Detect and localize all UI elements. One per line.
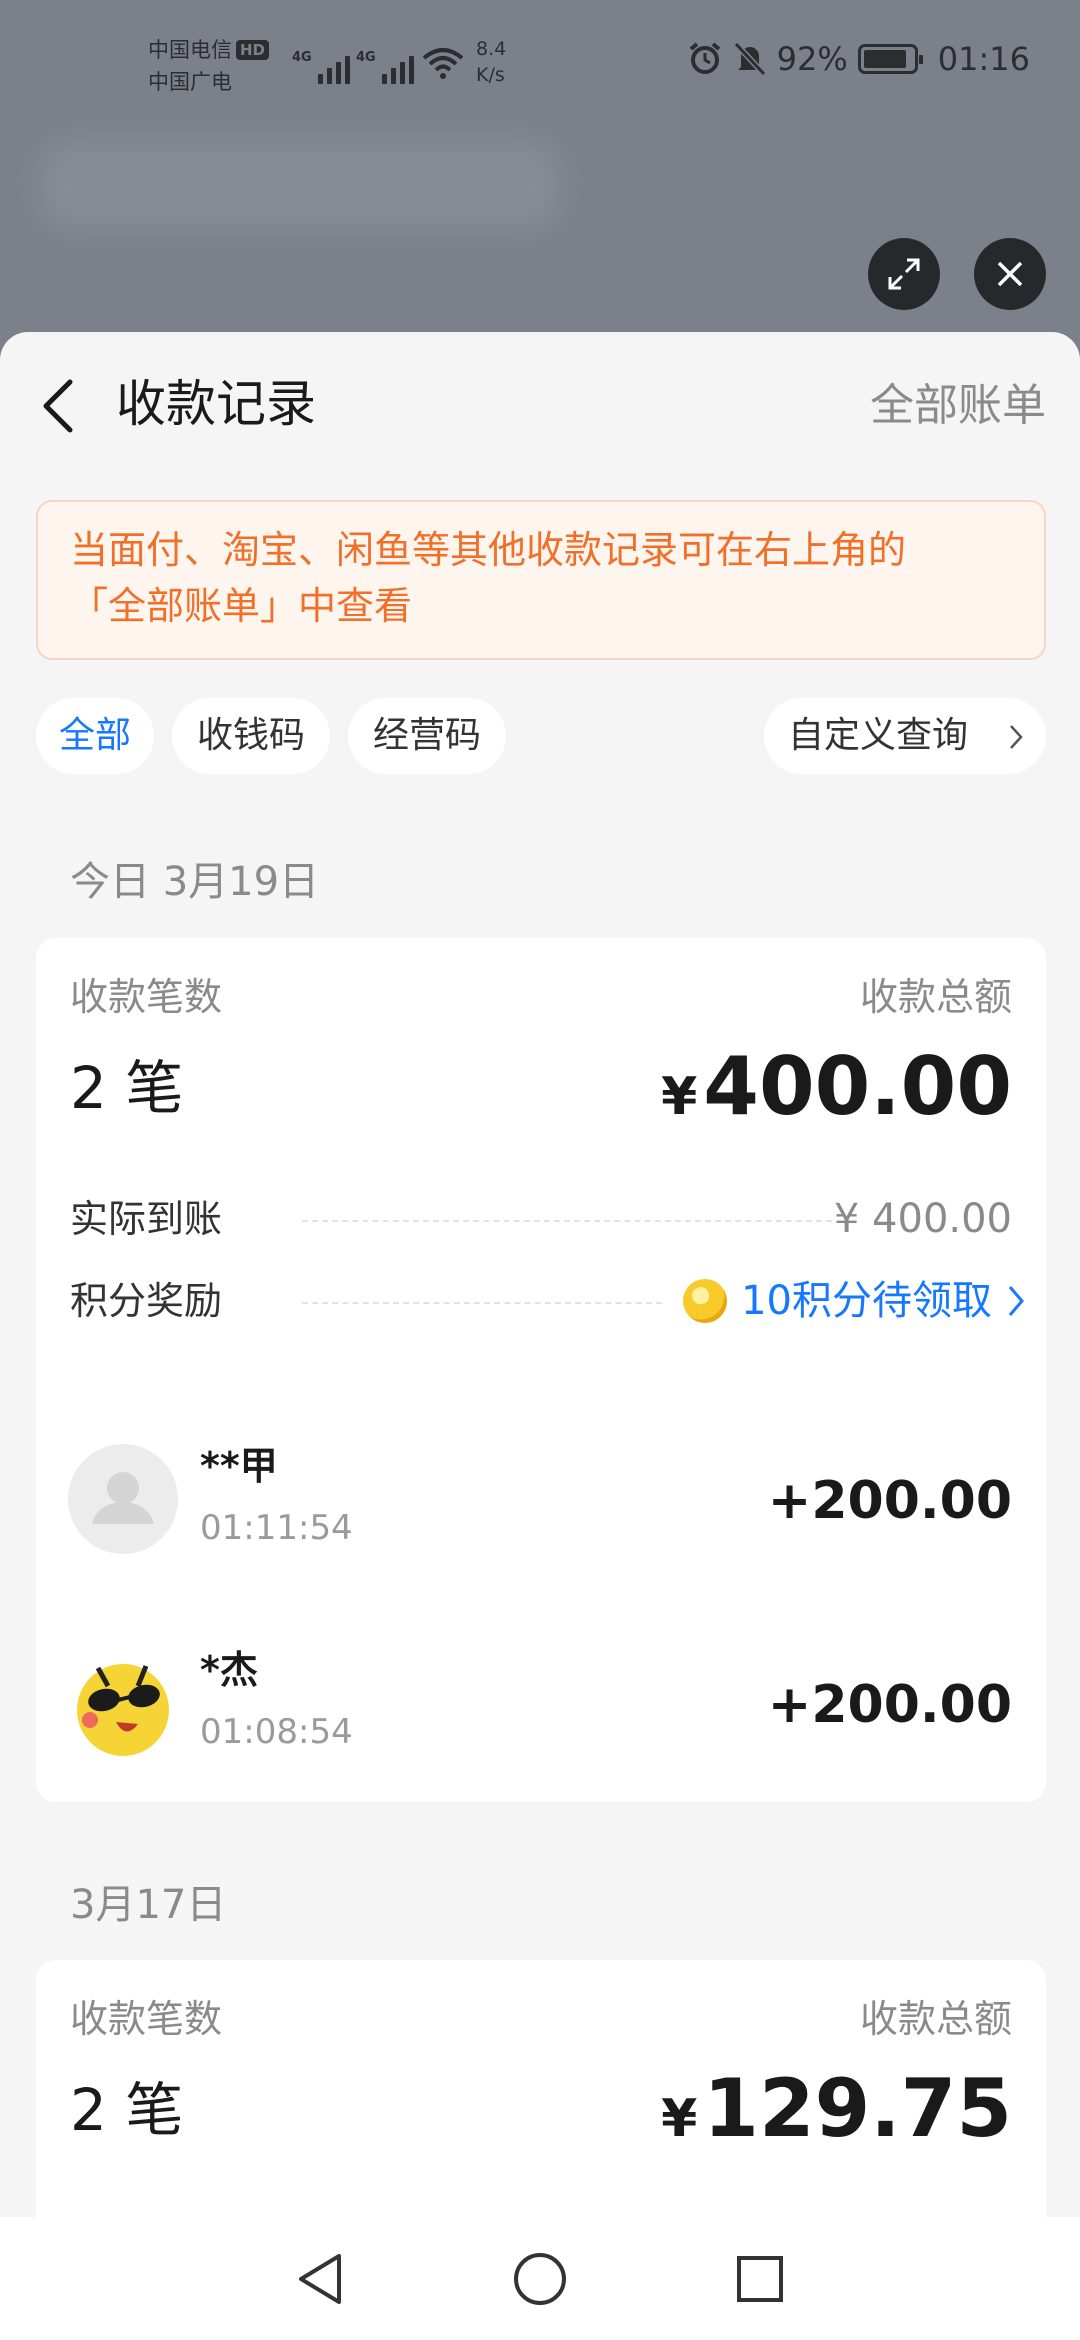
chevron-right-icon — [1010, 725, 1023, 749]
section-date: 今日 3月19日 — [70, 859, 320, 905]
screen: 中国电信 HD 中国广电 4G 4G 8.4 K/s 92% 01:16 收款记… — [0, 0, 1080, 2340]
currency-symbol: ¥ — [661, 2089, 698, 2149]
status-bar: 中国电信 HD 中国广电 4G 4G 8.4 K/s 92% 01:16 — [0, 0, 1080, 120]
payment-amount: +200.00 — [767, 1675, 1012, 1735]
battery-icon — [857, 44, 923, 74]
total-amount: 400.00 — [703, 1040, 1012, 1133]
notice-line-1: 当面付、淘宝、闲鱼等其他收款记录可在右上角的 — [70, 528, 907, 572]
signal-2-icon: 4G — [356, 44, 414, 84]
total-label: 收款总额 — [859, 975, 1012, 1019]
page-title: 收款记录 — [116, 375, 316, 433]
filter-all[interactable]: 全部 — [36, 698, 154, 774]
expand-button[interactable] — [868, 238, 940, 310]
section-date: 3月17日 — [70, 1882, 227, 1928]
nav-recents-button[interactable] — [730, 2249, 790, 2309]
notice-banner: 当面付、淘宝、闲鱼等其他收款记录可在右上角的 「全部账单」中查看 — [36, 500, 1046, 660]
receipt-total: ¥400.00 — [661, 1042, 1012, 1154]
filter-chips: 全部 收钱码 经营码 自定义查询 — [36, 698, 1046, 774]
filter-business-code[interactable]: 经营码 — [348, 698, 506, 774]
count-label: 收款笔数 — [70, 975, 223, 1019]
expand-icon — [888, 258, 920, 290]
custom-query-label: 自定义查询 — [788, 715, 969, 756]
carrier-2: 中国广电 — [148, 70, 232, 94]
payer-name: *杰 — [200, 1648, 258, 1692]
clock: 01:16 — [937, 40, 1030, 78]
receipt-total: ¥129.75 — [661, 2064, 1012, 2176]
carrier-info: 中国电信 HD 中国广电 — [148, 34, 270, 98]
divider-dashed — [302, 1302, 662, 1304]
daily-summary-card: 收款笔数 收款总额 2 笔 ¥129.75 — [36, 1960, 1046, 2217]
avatar — [68, 1648, 178, 1758]
filter-qr-code[interactable]: 收钱码 — [172, 698, 330, 774]
currency-symbol: ¥ — [661, 1067, 698, 1127]
close-icon — [997, 261, 1023, 287]
chevron-right-icon — [1008, 1286, 1024, 1316]
avatar — [68, 1444, 178, 1554]
points-reward-label: 积分奖励 — [70, 1279, 223, 1323]
payment-amount: +200.00 — [767, 1471, 1012, 1531]
receipt-count: 2 笔 — [70, 1054, 184, 1122]
coin-icon — [683, 1279, 728, 1323]
speed-value: 8.4 — [476, 38, 507, 60]
header: 收款记录 全部账单 — [0, 332, 1080, 472]
default-user-icon — [92, 1472, 154, 1524]
wifi-icon — [422, 48, 464, 79]
status-right: 92% 01:16 — [687, 40, 1030, 78]
transaction-row[interactable]: *杰 01:08:54 +200.00 — [36, 1626, 1046, 1776]
alarm-icon — [689, 42, 720, 74]
network-type-1: 4G — [292, 50, 312, 65]
count-label: 收款笔数 — [70, 1997, 223, 2041]
network-type-2: 4G — [356, 50, 376, 65]
system-nav-bar — [0, 2217, 1080, 2340]
carrier-1: 中国电信 — [148, 38, 232, 62]
hd-badge: HD — [236, 40, 270, 60]
points-reward-value: 10积分待领取 — [741, 1278, 992, 1324]
speed-unit: K/s — [476, 64, 505, 86]
all-bills-link[interactable]: 全部账单 — [870, 376, 1046, 436]
divider-dashed — [302, 1220, 832, 1222]
cartoon-avatar-icon — [68, 1648, 178, 1758]
actual-received-value: ¥ 400.00 — [833, 1196, 1012, 1242]
battery-percent: 92% — [776, 40, 848, 78]
total-amount: 129.75 — [703, 2062, 1012, 2155]
nav-back-button[interactable] — [290, 2249, 350, 2309]
receipt-count: 2 笔 — [70, 2076, 184, 2144]
total-label: 收款总额 — [859, 1997, 1012, 2041]
payer-name: **甲 — [200, 1444, 278, 1488]
daily-summary-card: 收款笔数 收款总额 2 笔 ¥400.00 实际到账 ¥ 400.00 积分奖励… — [36, 938, 1046, 1802]
custom-query-button[interactable]: 自定义查询 — [764, 698, 1046, 774]
mute-icon — [733, 41, 766, 77]
circle-home-icon — [514, 2252, 566, 2305]
signal-1-icon: 4G — [292, 44, 350, 84]
points-reward-link[interactable]: 10积分待领取 — [683, 1274, 1026, 1328]
actual-received-label: 实际到账 — [70, 1197, 223, 1241]
square-recents-icon — [737, 2255, 783, 2302]
notice-line-2: 「全部账单」中查看 — [70, 584, 413, 628]
network-speed: 8.4 K/s — [476, 36, 506, 88]
payment-time: 01:08:54 — [200, 1712, 353, 1752]
payment-time: 01:11:54 — [200, 1508, 353, 1548]
nav-home-button[interactable] — [510, 2249, 570, 2309]
receipt-records-sheet: 收款记录 全部账单 当面付、淘宝、闲鱼等其他收款记录可在右上角的 「全部账单」中… — [0, 332, 1080, 2217]
triangle-back-icon — [299, 2253, 341, 2304]
blurred-background-title — [40, 140, 560, 230]
back-button[interactable] — [34, 376, 84, 436]
close-button[interactable] — [974, 238, 1046, 310]
transaction-row[interactable]: **甲 01:11:54 +200.00 — [36, 1422, 1046, 1572]
